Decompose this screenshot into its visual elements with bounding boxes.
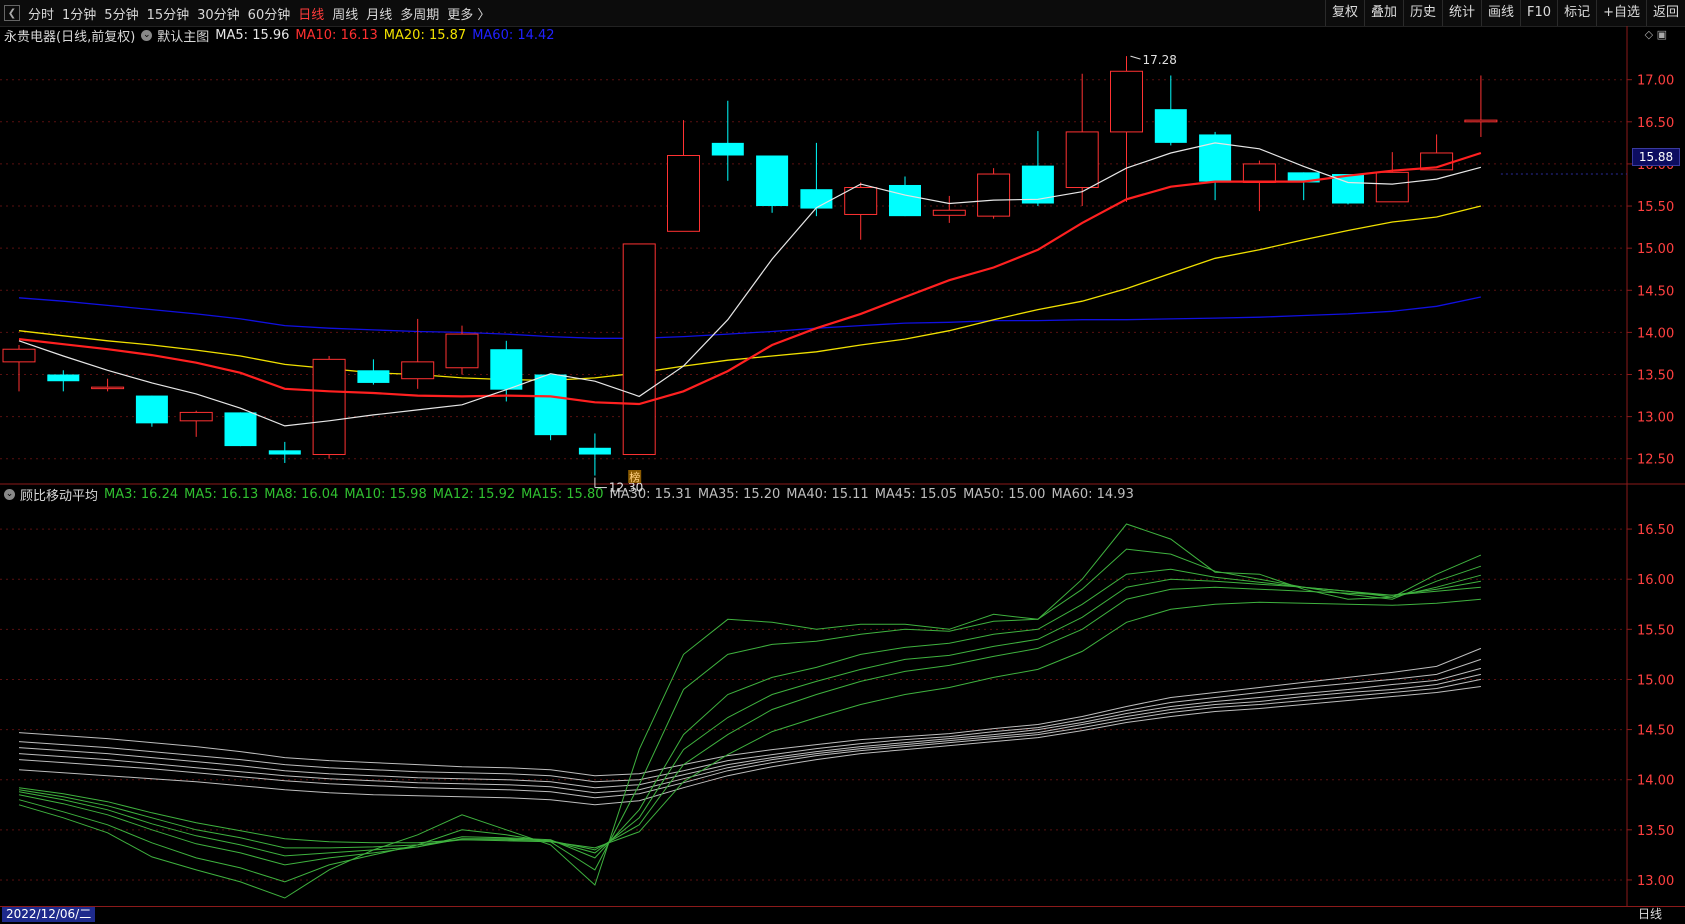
price-tick-label: 13.00 xyxy=(1637,411,1674,426)
candle-body[interactable] xyxy=(135,395,168,424)
candle-body[interactable] xyxy=(1199,134,1232,182)
candle-body[interactable] xyxy=(357,370,390,383)
indicator-tick-label: 16.50 xyxy=(1637,523,1674,538)
marker-badge-label: 榜 xyxy=(629,470,640,484)
candle-body[interactable] xyxy=(756,155,789,207)
gmma-short-line xyxy=(18,586,1481,851)
candle-body[interactable] xyxy=(932,209,966,216)
indicator-tick-label: 15.00 xyxy=(1637,673,1674,688)
price-tick-label: 14.50 xyxy=(1637,284,1674,299)
indicator-tick-label: 13.00 xyxy=(1637,874,1674,889)
price-tick-label: 17.00 xyxy=(1637,74,1674,89)
price-tick-label: 15.00 xyxy=(1637,242,1674,257)
current-price-tag: 15.88 xyxy=(1632,148,1680,166)
price-tick-label: 12.50 xyxy=(1637,453,1674,468)
candle-body[interactable] xyxy=(800,189,833,209)
candle-body[interactable] xyxy=(1065,131,1099,189)
indicator-tick-label: 14.50 xyxy=(1637,724,1674,739)
candle-body[interactable] xyxy=(1154,109,1187,143)
gmma-short-line xyxy=(18,598,1481,849)
candle-body[interactable] xyxy=(1110,70,1143,133)
candle-body[interactable] xyxy=(91,386,125,390)
candle-body[interactable] xyxy=(224,412,257,447)
candle-body[interactable] xyxy=(179,411,213,422)
indicator-tick-label: 13.50 xyxy=(1637,824,1674,839)
candle-body[interactable] xyxy=(401,361,435,380)
status-bar xyxy=(0,906,1685,924)
price-tick-label: 13.50 xyxy=(1637,369,1674,384)
gmma-short-line xyxy=(18,548,1482,883)
candle-body[interactable] xyxy=(445,333,479,369)
cursor-date: 2022/12/06/二 xyxy=(2,907,96,922)
candle-body[interactable] xyxy=(1375,171,1409,203)
candle-body[interactable] xyxy=(622,243,656,456)
high-arrow xyxy=(1130,55,1141,60)
gmma-short-line xyxy=(18,568,1482,866)
price-tick-label: 15.50 xyxy=(1637,200,1674,215)
candle-body[interactable] xyxy=(711,142,744,156)
candle-body[interactable] xyxy=(977,173,1011,217)
candle-body[interactable] xyxy=(1242,163,1276,183)
ma10-line xyxy=(18,151,1482,406)
candle-body[interactable] xyxy=(2,348,36,363)
candle-body[interactable] xyxy=(889,184,921,217)
candle-body[interactable] xyxy=(490,349,523,390)
period-label[interactable]: 日线 xyxy=(1632,907,1668,922)
candle-body[interactable] xyxy=(1464,119,1498,123)
kline-chart[interactable]: 17.00 16.50 16.00 15.50 15.00 14.50 14.00 13.50… xyxy=(0,0,1685,923)
candle-body[interactable] xyxy=(268,450,301,455)
candle-body[interactable] xyxy=(47,374,80,382)
indicator-tick-label: 16.00 xyxy=(1637,573,1674,588)
ma20-line xyxy=(18,205,1482,382)
candle-body[interactable] xyxy=(534,374,567,436)
candle-body[interactable] xyxy=(844,187,878,215)
price-tick-label: 16.50 xyxy=(1637,116,1674,131)
candle-body[interactable] xyxy=(667,155,700,232)
gmma-long-line xyxy=(18,647,1482,777)
candle-body[interactable] xyxy=(578,447,611,455)
high-price-label: 17.28 xyxy=(1143,53,1177,67)
candle-body[interactable] xyxy=(312,358,346,456)
price-tick-label: 14.00 xyxy=(1637,326,1674,341)
ma5-line xyxy=(18,142,1482,427)
indicator-tick-label: 14.00 xyxy=(1637,774,1674,789)
indicator-tick-label: 15.50 xyxy=(1637,623,1674,638)
